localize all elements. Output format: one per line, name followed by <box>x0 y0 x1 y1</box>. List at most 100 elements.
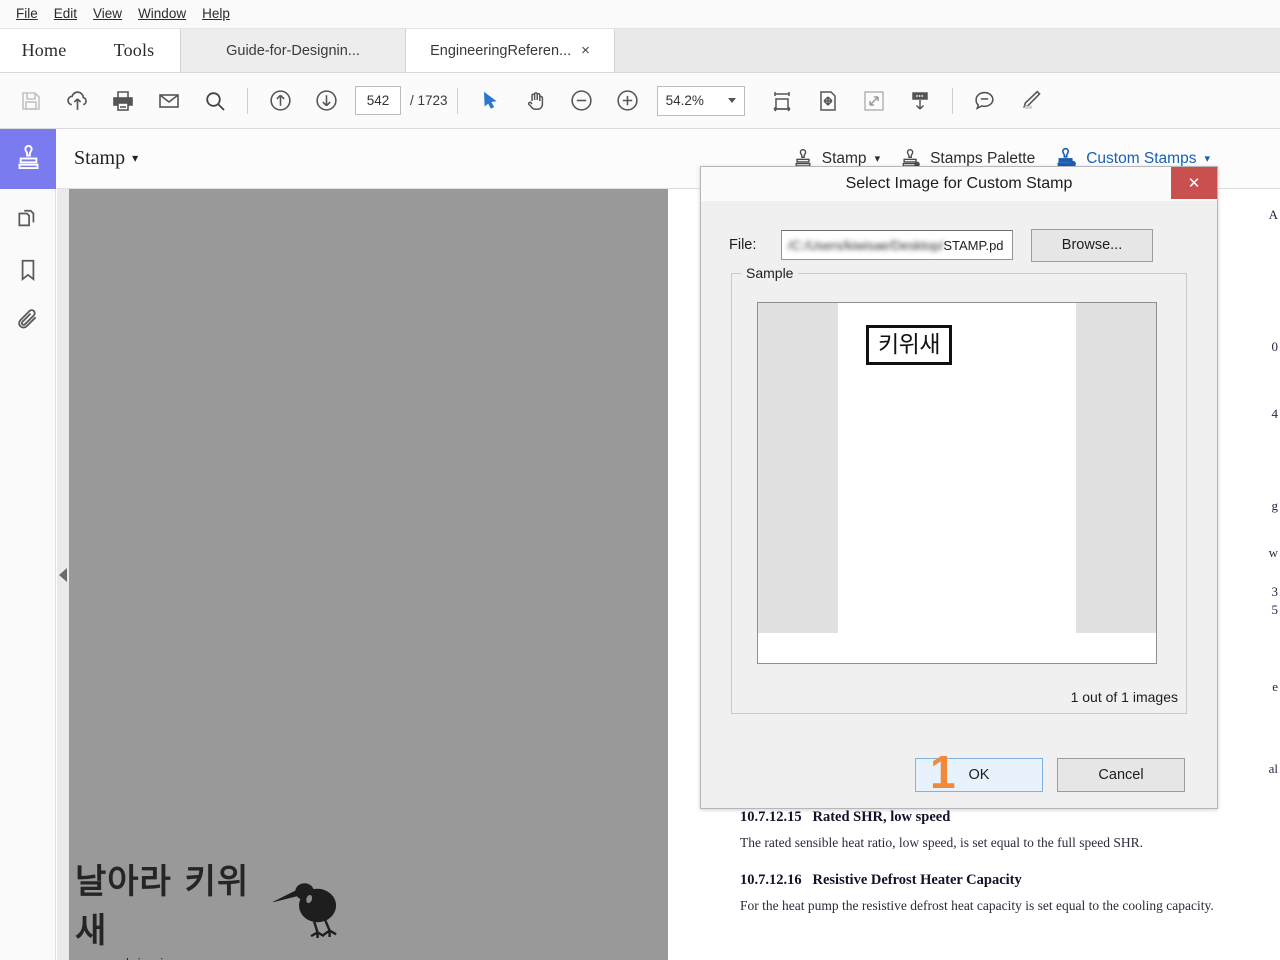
pdf-page-left[interactable]: 날아라 키위새 www.kiwisae.com <box>69 189 668 960</box>
chevron-down-icon <box>727 98 736 103</box>
edge-text-fragment: g <box>1271 498 1279 513</box>
page-total-value: 1723 <box>417 93 448 108</box>
watermark-text: 날아라 키위새 <box>75 862 250 951</box>
tab-home[interactable]: Home <box>0 29 88 72</box>
dialog-buttons: 1 OK Cancel <box>701 749 1219 795</box>
cursor-arrow-icon[interactable] <box>467 78 513 124</box>
file-path-input[interactable]: /C:/Users/kiwisae/Desktop/STAMP.pd <box>781 230 1013 260</box>
scroll-down-icon[interactable] <box>897 78 943 124</box>
step-marker-1: 1 <box>930 746 956 798</box>
edge-text-fragment: e <box>1272 679 1278 694</box>
stamp-preview-box: 키위새 <box>866 325 952 365</box>
section-body: The rated sensible heat ratio, low speed… <box>740 835 1144 850</box>
sidebar-item-pages[interactable] <box>11 203 45 237</box>
fit-width-icon[interactable] <box>759 78 805 124</box>
highlighter-icon[interactable] <box>1008 78 1054 124</box>
dialog-title-bar: Select Image for Custom Stamp ✕ <box>701 167 1217 201</box>
dialog-body: File: /C:/Users/kiwisae/Desktop/STAMP.pd… <box>701 201 1217 728</box>
watermark-url: www.kiwisae.com <box>75 956 267 960</box>
ok-button[interactable]: 1 OK <box>915 749 1043 795</box>
collapse-left-arrow-icon[interactable] <box>59 567 67 582</box>
zoom-level-value: 54.2% <box>665 93 704 108</box>
edge-text-fragment: 4 <box>1271 406 1279 421</box>
toolbar-separator-3 <box>951 87 953 114</box>
image-count-label: 1 out of 1 images <box>1070 689 1178 705</box>
edge-text-fragment: 0 <box>1271 339 1279 354</box>
zoom-out-icon[interactable] <box>559 78 605 124</box>
sidebar-item-stamp[interactable] <box>0 128 56 189</box>
section-heading: 10.7.12.15 Rated SHR, low speed <box>740 809 1260 826</box>
menu-item-edit-label: Edit <box>53 6 78 22</box>
section-body: For the heat pump the resistive defrost … <box>740 898 1214 913</box>
zoom-in-icon[interactable] <box>605 78 651 124</box>
kiwi-bird-icon <box>272 883 337 938</box>
edge-text-fragment: 3 <box>1271 584 1279 599</box>
email-icon[interactable] <box>146 78 192 124</box>
page-separator: / <box>410 93 414 108</box>
menu-item-help-label: Help <box>202 6 230 22</box>
toolbar-separator-2 <box>456 87 458 114</box>
select-image-dialog: Select Image for Custom Stamp ✕ File: /C… <box>700 166 1218 809</box>
tab-tools[interactable]: Tools <box>88 29 181 72</box>
menu-bar: File Edit View Window Help <box>0 0 1280 29</box>
preview-right-margin <box>1076 303 1156 633</box>
pan-page-icon[interactable] <box>805 78 851 124</box>
section-number: 10.7.12.16 <box>740 872 802 888</box>
chevron-down-icon: ▾ <box>132 151 139 165</box>
browse-button[interactable]: Browse... <box>1031 228 1153 262</box>
search-icon[interactable] <box>192 78 238 124</box>
menu-item-file[interactable]: File <box>8 4 46 24</box>
menu-item-window[interactable]: Window <box>130 4 194 24</box>
pdf-reader-window: File Edit View Window Help Home Tools Gu… <box>0 0 1280 960</box>
zoom-level-select[interactable]: 54.2% <box>656 85 745 116</box>
menu-item-help[interactable]: Help <box>194 4 238 24</box>
edge-text-fragment: 5 <box>1271 602 1279 617</box>
arrow-up-circle-icon[interactable] <box>257 78 303 124</box>
tab-strip: Home Tools Guide-for-Designin... Enginee… <box>0 29 1280 73</box>
menu-item-file-label: File <box>16 6 38 22</box>
close-icon[interactable]: ✕ <box>1171 167 1217 199</box>
print-icon[interactable] <box>100 78 146 124</box>
sample-group-label: Sample <box>741 265 799 281</box>
document-tab-engineering-reference[interactable]: EngineeringReferen... × <box>406 29 614 72</box>
sidebar-item-attachment[interactable] <box>11 303 45 337</box>
sample-group: Sample 키위새 1 out of 1 images <box>731 265 1187 714</box>
cancel-button[interactable]: Cancel <box>1057 758 1185 792</box>
page-number-input[interactable]: 542 <box>355 86 401 115</box>
sample-preview-canvas: 키위새 <box>758 303 1156 633</box>
menu-item-view[interactable]: View <box>85 4 130 24</box>
panel-collapse-strip[interactable] <box>57 189 69 960</box>
close-tab-icon[interactable]: × <box>581 43 590 58</box>
file-path-value-blurred: /C:/Users/kiwisae/Desktop/ <box>788 237 944 253</box>
main-toolbar: 542 / 1723 54.2% <box>0 73 1280 129</box>
document-tab-guide-label: Guide-for-Designin... <box>226 42 360 59</box>
hand-icon[interactable] <box>513 78 559 124</box>
document-tab-engineering-reference-label: EngineeringReferen... <box>430 42 572 59</box>
save-icon[interactable] <box>8 78 54 124</box>
file-path-value-visible: STAMP.pd <box>943 237 1004 253</box>
section-title: Resistive Defrost Heater Capacity <box>812 872 1022 888</box>
tab-strip-filler <box>614 29 1280 72</box>
comment-icon[interactable] <box>962 78 1008 124</box>
sidebar-item-bookmark[interactable] <box>11 253 45 287</box>
document-tab-guide[interactable]: Guide-for-Designin... <box>181 29 406 72</box>
cloud-upload-icon[interactable] <box>54 78 100 124</box>
page-count-label: / 1723 <box>410 93 448 108</box>
custom-stamps-button-label: Custom Stamps <box>1086 149 1197 167</box>
dialog-title-label: Select Image for Custom Stamp <box>845 175 1073 192</box>
sample-preview[interactable]: 키위새 <box>757 302 1157 664</box>
stamp-button-label: Stamp <box>821 149 867 167</box>
preview-footer <box>758 633 1156 663</box>
stamp-panel-title[interactable]: Stamp ▾ <box>74 147 138 170</box>
menu-item-view-label: View <box>93 6 123 22</box>
arrow-down-circle-icon[interactable] <box>303 78 349 124</box>
toolbar-separator-1 <box>247 87 248 114</box>
page-number-value: 542 <box>366 93 390 108</box>
file-row: File: /C:/Users/kiwisae/Desktop/STAMP.pd… <box>729 227 1203 263</box>
stamp-preview-text: 키위새 <box>878 331 940 358</box>
menu-item-edit[interactable]: Edit <box>46 4 85 24</box>
section-heading: 10.7.12.16 Resistive Defrost Heater Capa… <box>740 872 1260 889</box>
edge-text-fragment: A <box>1268 207 1278 222</box>
stamp-panel-title-label: Stamp <box>74 147 126 169</box>
fit-page-icon[interactable] <box>851 78 897 124</box>
